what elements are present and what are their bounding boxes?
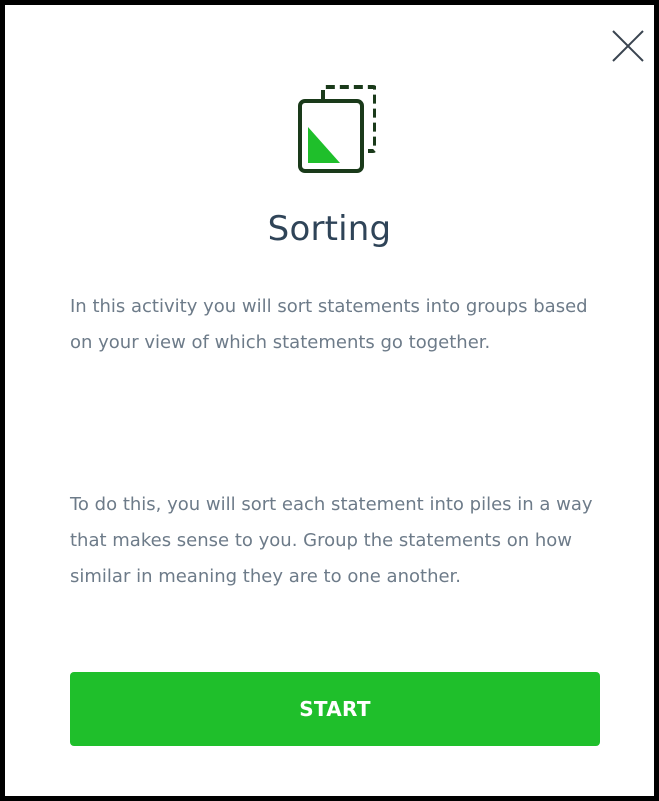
sorting-intro-dialog: Sorting In this activity you will sort s… [5,5,654,796]
description-paragraph-1: In this activity you will sort statement… [70,296,588,353]
sorting-cards-icon [296,85,376,175]
description-paragraph-2: To do this, you will sort each statement… [70,494,593,587]
close-button[interactable] [610,28,646,64]
dialog-title: Sorting [267,209,392,249]
start-button[interactable]: START [70,672,600,746]
close-icon [612,30,644,62]
